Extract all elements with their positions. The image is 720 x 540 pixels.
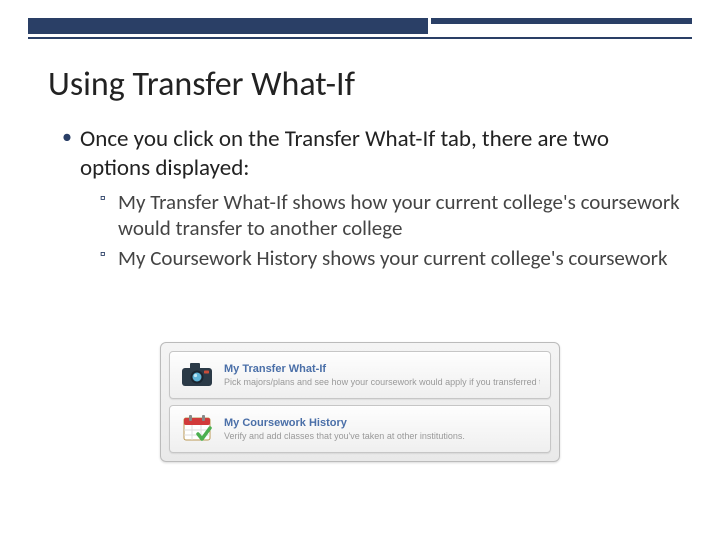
slide-header-bar	[28, 18, 692, 40]
header-underline	[28, 37, 692, 39]
sub-bullet-item: My Transfer What-If shows how your curre…	[100, 189, 680, 242]
sub-bullet-text: My Transfer What-If shows how your curre…	[118, 189, 680, 241]
camera-icon	[180, 360, 214, 390]
bullet-text: Once you click on the Transfer What-If t…	[80, 125, 609, 182]
bullet-item: Once you click on the Transfer What-If t…	[62, 125, 680, 271]
bullet-list: Once you click on the Transfer What-If t…	[48, 125, 680, 271]
header-bar-thick	[28, 18, 428, 34]
card-desc: Pick majors/plans and see how your cours…	[224, 377, 540, 387]
slide-title: Using Transfer What-If	[48, 64, 680, 105]
calendar-check-icon	[180, 414, 214, 444]
card-title: My Coursework History	[224, 417, 540, 429]
card-coursework-history[interactable]: My Coursework History Verify and add cla…	[169, 405, 551, 453]
slide-body: Using Transfer What-If Once you click on…	[48, 64, 680, 279]
card-title: My Transfer What-If	[224, 363, 540, 375]
header-bar-thin	[431, 18, 692, 24]
card-text: My Coursework History Verify and add cla…	[224, 417, 540, 441]
options-panel: My Transfer What-If Pick majors/plans an…	[160, 342, 560, 462]
card-desc: Verify and add classes that you've taken…	[224, 431, 540, 441]
sub-bullet-text: My Coursework History shows your current…	[118, 245, 668, 271]
sub-bullet-item: My Coursework History shows your current…	[100, 245, 680, 271]
card-text: My Transfer What-If Pick majors/plans an…	[224, 363, 540, 387]
sub-bullet-list: My Transfer What-If shows how your curre…	[80, 189, 680, 272]
embedded-screenshot: My Transfer What-If Pick majors/plans an…	[160, 342, 560, 462]
card-transfer-what-if[interactable]: My Transfer What-If Pick majors/plans an…	[169, 351, 551, 399]
